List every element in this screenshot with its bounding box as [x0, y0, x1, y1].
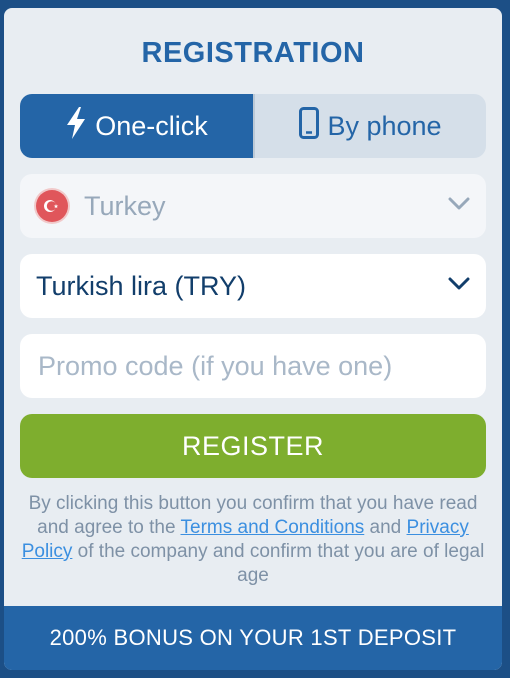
lightning-icon [65, 106, 95, 146]
tab-by-phone-label: By phone [327, 110, 442, 141]
tab-by-phone[interactable]: By phone [253, 94, 486, 158]
bonus-banner[interactable]: 200% BONUS ON YOUR 1ST DEPOSIT [4, 606, 502, 670]
phone-icon [299, 106, 327, 146]
country-select[interactable]: Turkey [20, 174, 486, 238]
terms-link[interactable]: Terms and Conditions [181, 517, 365, 538]
currency-value: Turkish lira (TRY) [36, 270, 247, 301]
promo-code-input[interactable] [36, 349, 470, 383]
country-value: Turkey [84, 190, 166, 221]
turkey-flag-icon [36, 190, 68, 222]
disclaimer-part2: and [364, 517, 407, 538]
tab-one-click[interactable]: One-click [20, 94, 253, 158]
currency-select[interactable]: Turkish lira (TRY) [20, 254, 486, 318]
registration-card: REGISTRATION One-click By phone Turkey T… [4, 8, 502, 670]
registration-tabs: One-click By phone [20, 94, 486, 158]
page-title: REGISTRATION [141, 37, 365, 69]
chevron-down-icon [448, 277, 470, 296]
chevron-down-icon [448, 197, 470, 216]
tab-one-click-label: One-click [95, 110, 208, 141]
disclaimer-part3: of the company and confirm that you are … [72, 541, 485, 586]
promo-code-field[interactable] [20, 334, 486, 398]
disclaimer-text: By clicking this button you confirm that… [20, 492, 486, 588]
register-button[interactable]: REGISTER [20, 414, 486, 478]
